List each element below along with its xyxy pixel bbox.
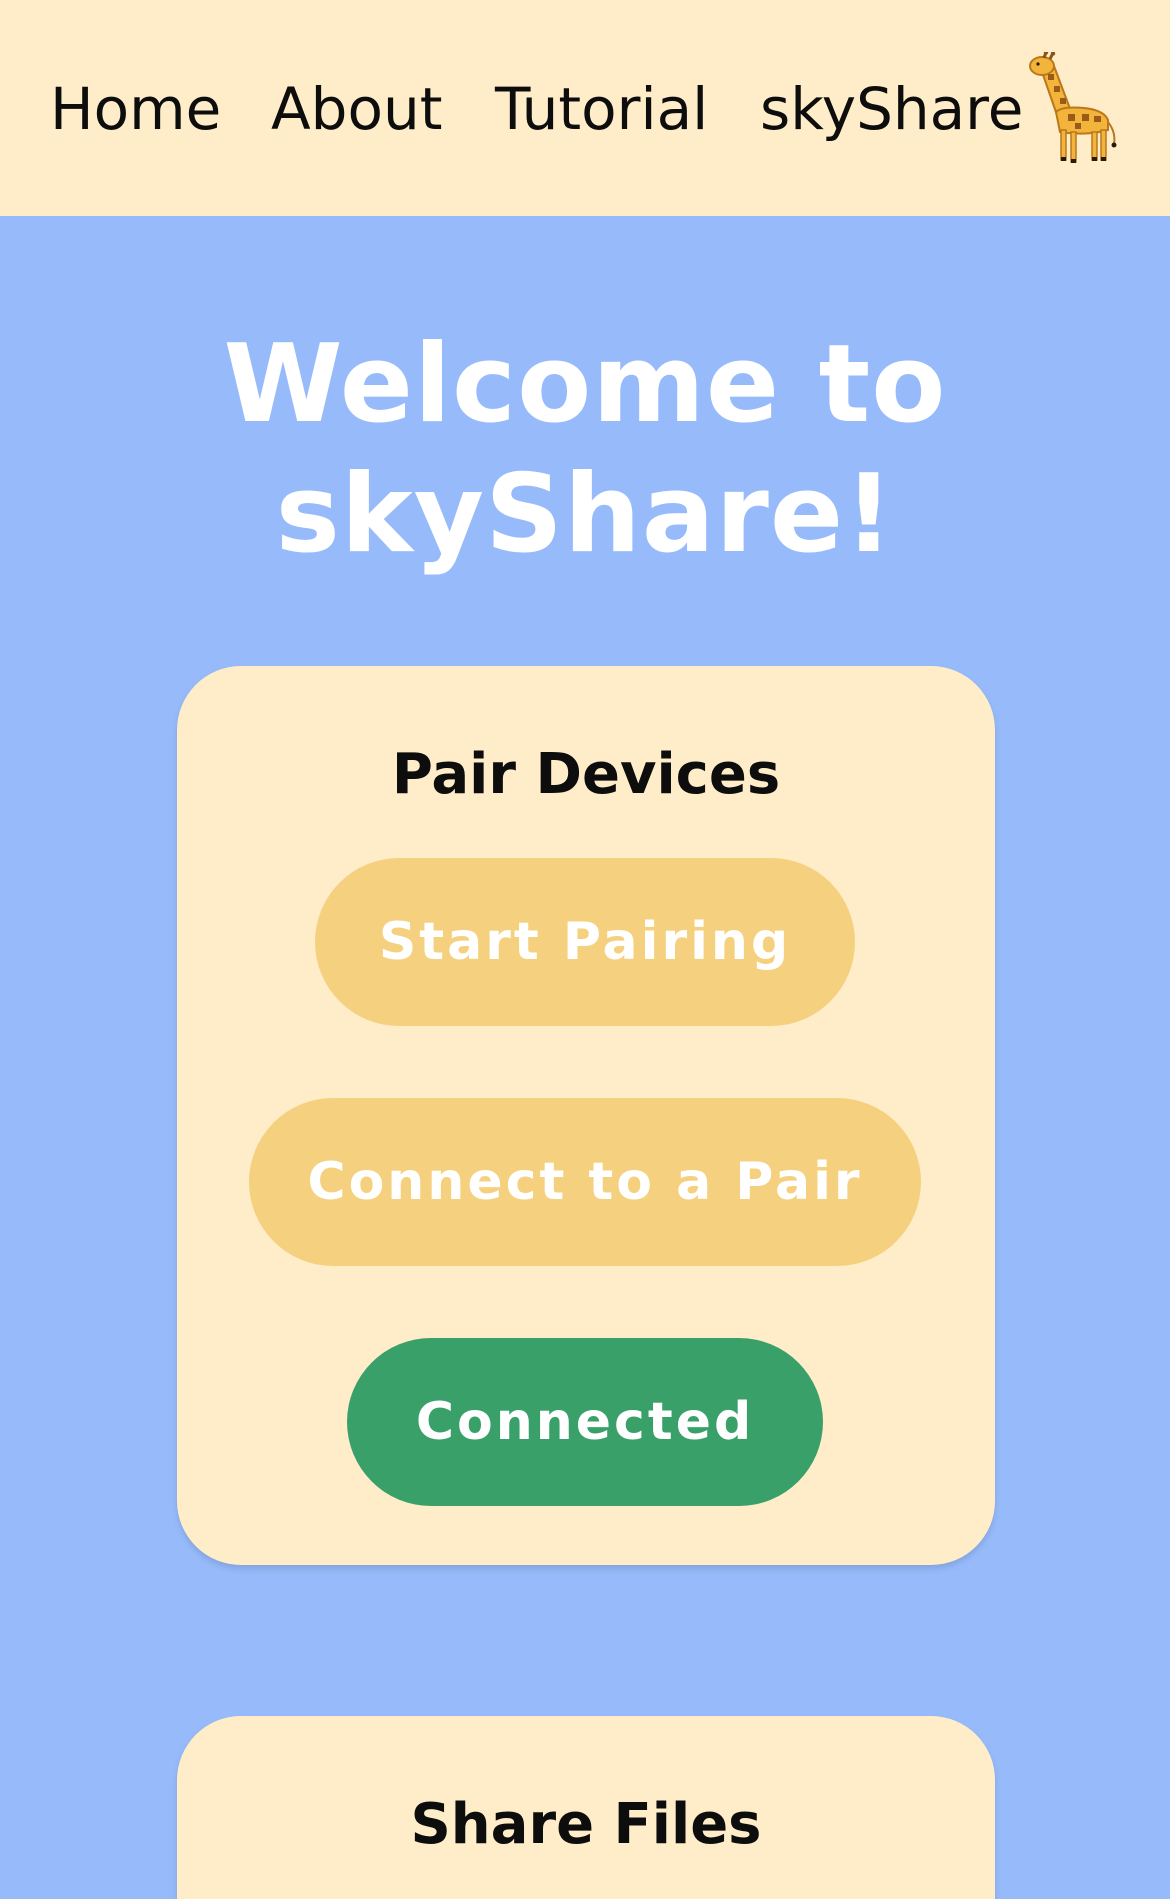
- share-files-heading: Share Files: [410, 1792, 762, 1857]
- page-title-line1: Welcome to: [223, 322, 947, 447]
- nav-home-link[interactable]: Home: [50, 74, 221, 144]
- page-title: Welcome to skyShare!: [0, 320, 1170, 580]
- nav-brand-link[interactable]: skyShare: [760, 74, 1023, 144]
- pair-devices-heading: Pair Devices: [391, 742, 781, 807]
- giraffe-icon: [1028, 50, 1118, 164]
- start-pairing-button[interactable]: Start Pairing: [315, 858, 855, 1026]
- top-navbar: Home About Tutorial skyShare: [0, 0, 1170, 216]
- nav-tutorial-link[interactable]: Tutorial: [495, 74, 708, 144]
- connect-to-pair-button[interactable]: Connect to a Pair: [249, 1098, 921, 1266]
- page-title-line2: skyShare!: [275, 452, 895, 577]
- connected-status-button[interactable]: Connected: [347, 1338, 823, 1506]
- nav-about-link[interactable]: About: [271, 74, 442, 144]
